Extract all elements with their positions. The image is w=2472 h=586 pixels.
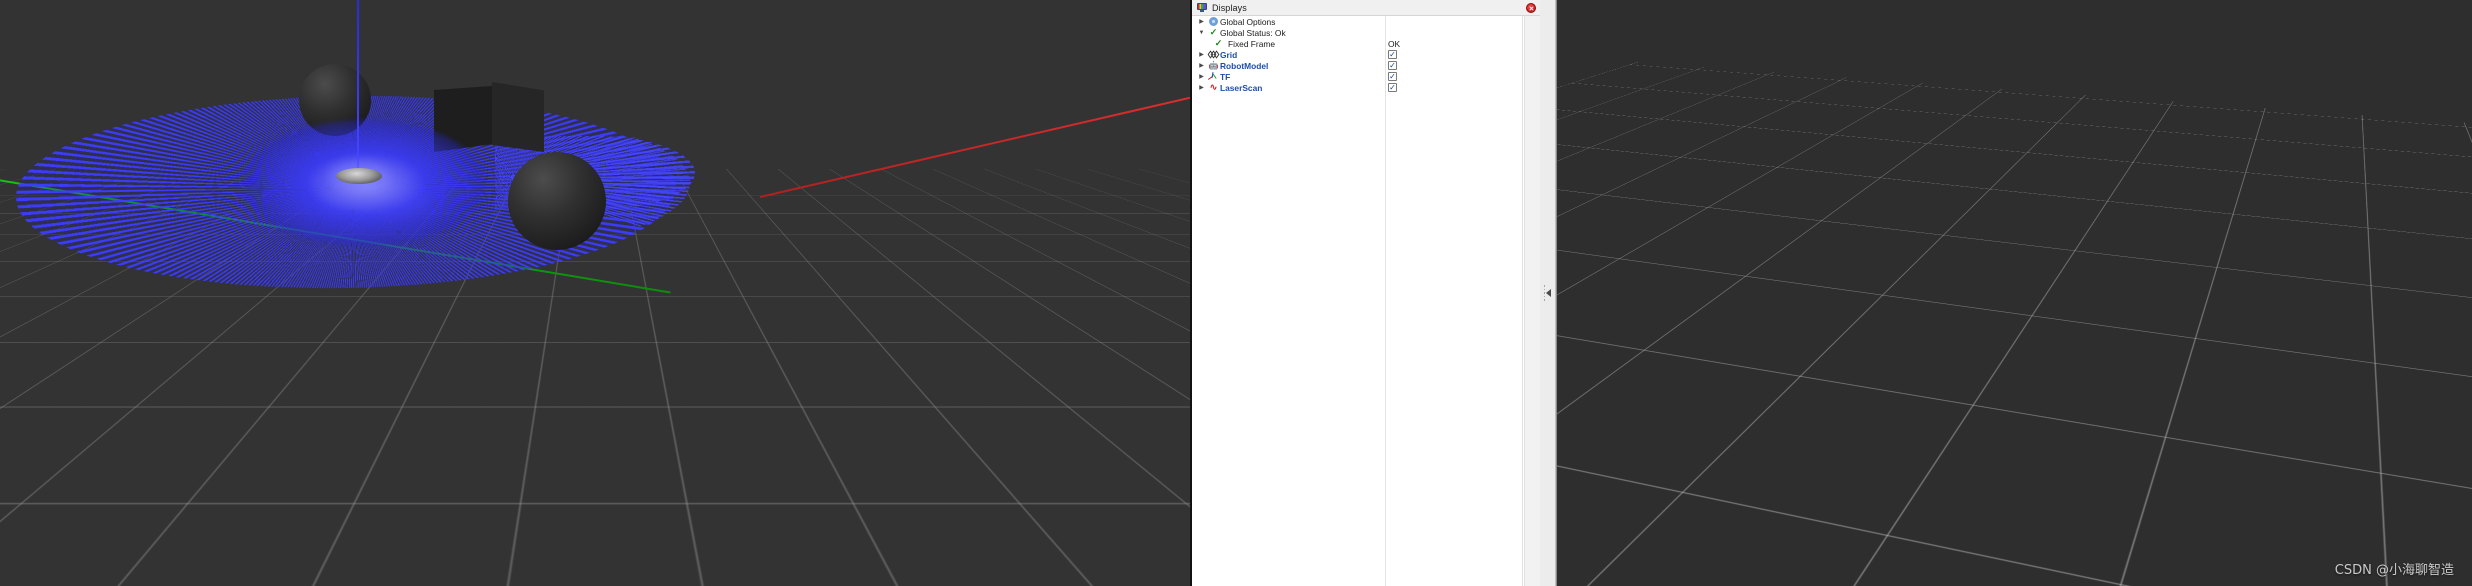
tree-item-label: Global Status: Ok (1220, 27, 1286, 38)
laserscan-icon: ∿ (1209, 82, 1218, 92)
grid-icon (1207, 50, 1220, 59)
monitor-icon (1197, 3, 1207, 12)
tree-item-label: Grid (1220, 49, 1238, 60)
chevron-down-icon[interactable]: ▼ (1196, 30, 1207, 36)
fixed-frame-status: OK (1388, 38, 1401, 49)
chevron-right-icon[interactable]: ▶ (1196, 73, 1207, 80)
csdn-watermark: CSDN @小海聊智造 (2334, 563, 2454, 578)
rviz-gazebo-window: Displays ▶ Global Options ▼ ✓ Global Sta… (0, 0, 2472, 586)
rviz-ground-grid (1557, 0, 2472, 586)
tree-item-label: RobotModel (1220, 60, 1269, 71)
splitter-grip (1543, 285, 1546, 301)
tree-item-fixed-frame[interactable]: ✓ Fixed Frame OK (1192, 38, 1540, 49)
tree-item-laserscan[interactable]: ▶ ∿ LaserScan ✓ (1192, 82, 1540, 93)
rviz-3d-view[interactable]: base_footprint base_link laser_link fron… (1556, 0, 2472, 586)
tree-item-global-status[interactable]: ▼ ✓ Global Status: Ok (1192, 27, 1540, 38)
check-icon: ✓ (1214, 38, 1223, 48)
chevron-right-icon[interactable]: ▶ (1196, 62, 1207, 69)
tree-item-robotmodel[interactable]: ▶ 🤖 RobotModel ✓ (1192, 60, 1540, 71)
chevron-left-icon[interactable] (1546, 289, 1552, 297)
displays-panel-header: Displays (1192, 0, 1540, 15)
gazebo-z-axis (357, 0, 359, 182)
tree-item-tf[interactable]: ▶ TF ✓ (1192, 71, 1540, 82)
tf-enabled-checkbox[interactable]: ✓ (1388, 72, 1397, 81)
robot-icon: 🤖 (1208, 60, 1219, 70)
check-icon: ✓ (1209, 27, 1218, 37)
gear-icon (1207, 17, 1220, 26)
tree-item-global-options[interactable]: ▶ Global Options (1192, 16, 1540, 27)
tree-item-grid[interactable]: ▶ Grid ✓ (1192, 49, 1540, 60)
sphere-obstacle-right[interactable] (508, 152, 606, 250)
displays-tree[interactable]: ▶ Global Options ▼ ✓ Global Status: Ok ✓… (1192, 15, 1540, 586)
laserscan-enabled-checkbox[interactable]: ✓ (1388, 83, 1397, 92)
panel-splitter[interactable] (1540, 0, 1556, 586)
tree-column-divider-2 (1522, 16, 1523, 586)
robot-base[interactable] (336, 168, 382, 184)
wall-face-right (492, 82, 544, 152)
tree-item-label: TF (1220, 71, 1231, 82)
displays-panel: Displays ▶ Global Options ▼ ✓ Global Sta… (1190, 0, 1540, 586)
tree-column-divider (1385, 16, 1386, 586)
displays-scrollbar[interactable] (1524, 16, 1540, 586)
gazebo-simulation-view[interactable] (0, 0, 1190, 586)
robotmodel-enabled-checkbox[interactable]: ✓ (1388, 61, 1397, 70)
tree-item-label: Global Options (1220, 16, 1276, 27)
chevron-right-icon[interactable]: ▶ (1196, 18, 1207, 25)
close-icon[interactable] (1526, 2, 1536, 13)
chevron-right-icon[interactable]: ▶ (1196, 51, 1207, 58)
displays-panel-title: Displays (1212, 2, 1247, 13)
tree-item-label: Fixed Frame (1228, 38, 1276, 49)
grid-enabled-checkbox[interactable]: ✓ (1388, 50, 1397, 59)
tf-axes-icon (1207, 71, 1220, 81)
chevron-right-icon[interactable]: ▶ (1196, 84, 1207, 91)
tree-item-label: LaserScan (1220, 82, 1263, 93)
